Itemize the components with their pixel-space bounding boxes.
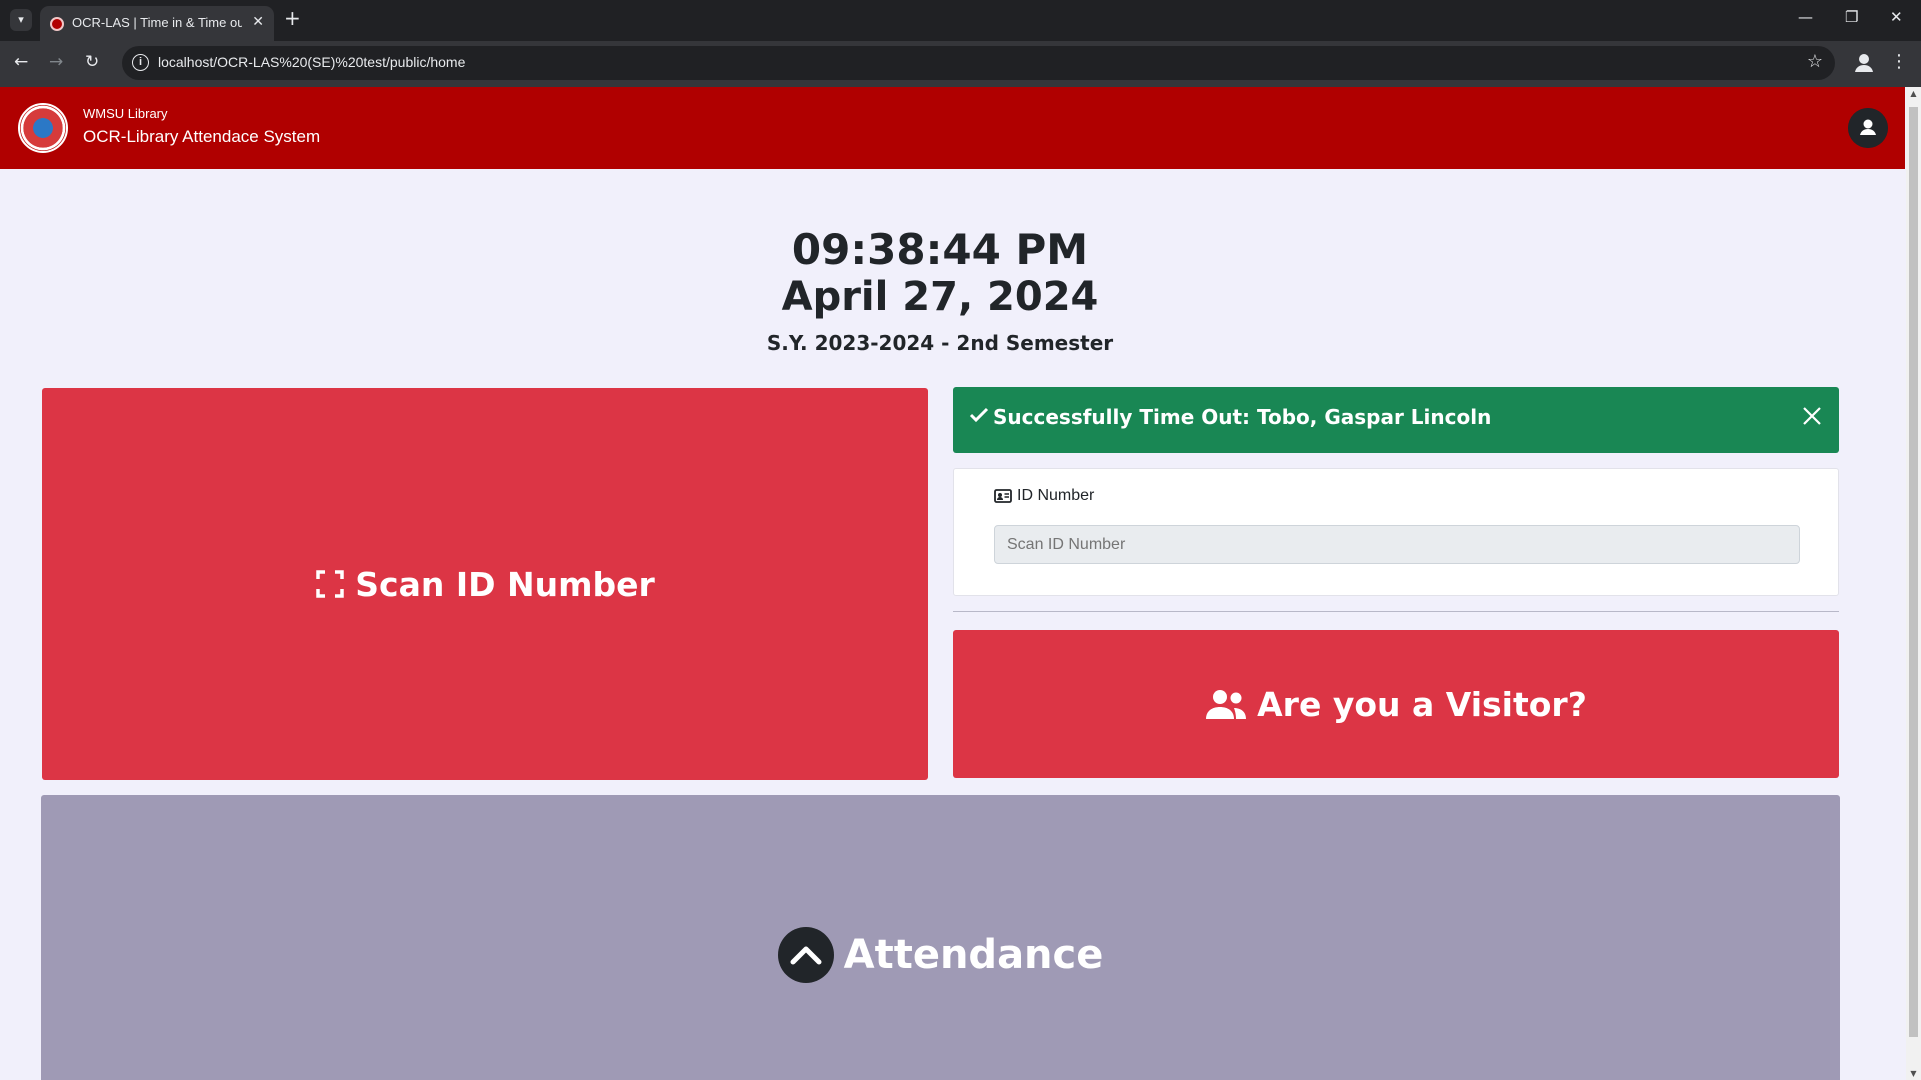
wmsu-logo: [18, 103, 68, 153]
attendance-label: Attendance: [843, 932, 1104, 978]
restore-icon[interactable]: ❐: [1845, 8, 1858, 26]
browser-menu-icon[interactable]: ⋮: [1890, 51, 1908, 72]
browser-tab-active[interactable]: OCR-LAS | Time in & Time out ✕: [40, 6, 274, 41]
visitor-button[interactable]: Are you a Visitor?: [953, 630, 1839, 778]
visitor-label: Are you a Visitor?: [1257, 684, 1587, 724]
minimize-icon[interactable]: —: [1798, 8, 1813, 26]
scan-id-button[interactable]: Scan ID Number: [42, 388, 928, 780]
forward-icon[interactable]: →: [49, 52, 63, 72]
users-icon: [1206, 690, 1247, 719]
tab-list-button[interactable]: ▾: [10, 9, 32, 31]
scroll-thumb[interactable]: [1909, 107, 1918, 1037]
scroll-down-icon[interactable]: ▼: [1909, 1069, 1918, 1078]
browser-toolbar: ← → ↻ i localhost/OCR-LAS%20(SE)%20test/…: [0, 41, 1921, 87]
bookmark-star-icon[interactable]: ☆: [1807, 51, 1823, 72]
page-scrollbar[interactable]: ▲ ▼: [1906, 87, 1921, 1080]
attendance-toggle[interactable]: Attendance: [41, 795, 1840, 1080]
divider: [953, 611, 1839, 612]
scan-frame-icon: [316, 570, 344, 598]
user-account-icon[interactable]: [1848, 108, 1888, 148]
id-number-form: ID Number: [953, 468, 1839, 596]
favicon-icon: [50, 17, 64, 31]
address-bar[interactable]: i localhost/OCR-LAS%20(SE)%20test/public…: [122, 46, 1835, 80]
tab-close-icon[interactable]: ✕: [252, 14, 264, 30]
id-number-label-row: ID Number: [994, 487, 1094, 505]
id-number-input[interactable]: [994, 525, 1800, 564]
alert-message: Successfully Time Out: Tobo, Gaspar Linc…: [993, 405, 1492, 429]
reload-icon[interactable]: ↻: [85, 52, 99, 72]
back-icon[interactable]: ←: [14, 52, 28, 72]
brand-subtitle: WMSU Library: [83, 106, 168, 121]
id-number-label: ID Number: [1017, 487, 1095, 504]
success-alert: Successfully Time Out: Tobo, Gaspar Linc…: [953, 387, 1839, 453]
tab-title: OCR-LAS | Time in & Time out: [72, 15, 242, 30]
brand-title: OCR-Library Attendace System: [83, 127, 321, 146]
new-tab-button[interactable]: +: [284, 8, 301, 28]
scan-id-label: Scan ID Number: [355, 564, 655, 604]
app-header: WMSU Library OCR-Library Attendace Syste…: [0, 87, 1905, 169]
page-viewport: WMSU Library OCR-Library Attendace Syste…: [0, 87, 1921, 1080]
browser-tab-bar: ▾ OCR-LAS | Time in & Time out ✕ + — ❐ ✕: [0, 0, 1921, 41]
clock-date: April 27, 2024: [781, 274, 1099, 320]
school-year-label: S.Y. 2023-2024 - 2nd Semester: [766, 331, 1114, 355]
chevron-up-circle-icon: [777, 927, 834, 983]
clock-time: 09:38:44 PM: [791, 225, 1089, 274]
profile-icon[interactable]: [1850, 49, 1878, 77]
attendance-content: Attendance: [41, 795, 1840, 1080]
check-icon: [969, 407, 989, 423]
window-close-icon[interactable]: ✕: [1890, 8, 1903, 26]
site-info-icon[interactable]: i: [132, 54, 149, 71]
url-text[interactable]: localhost/OCR-LAS%20(SE)%20test/public/h…: [158, 54, 465, 70]
id-card-icon: [994, 489, 1012, 503]
alert-close-icon[interactable]: [1801, 405, 1823, 427]
scroll-up-icon[interactable]: ▲: [1909, 89, 1918, 98]
